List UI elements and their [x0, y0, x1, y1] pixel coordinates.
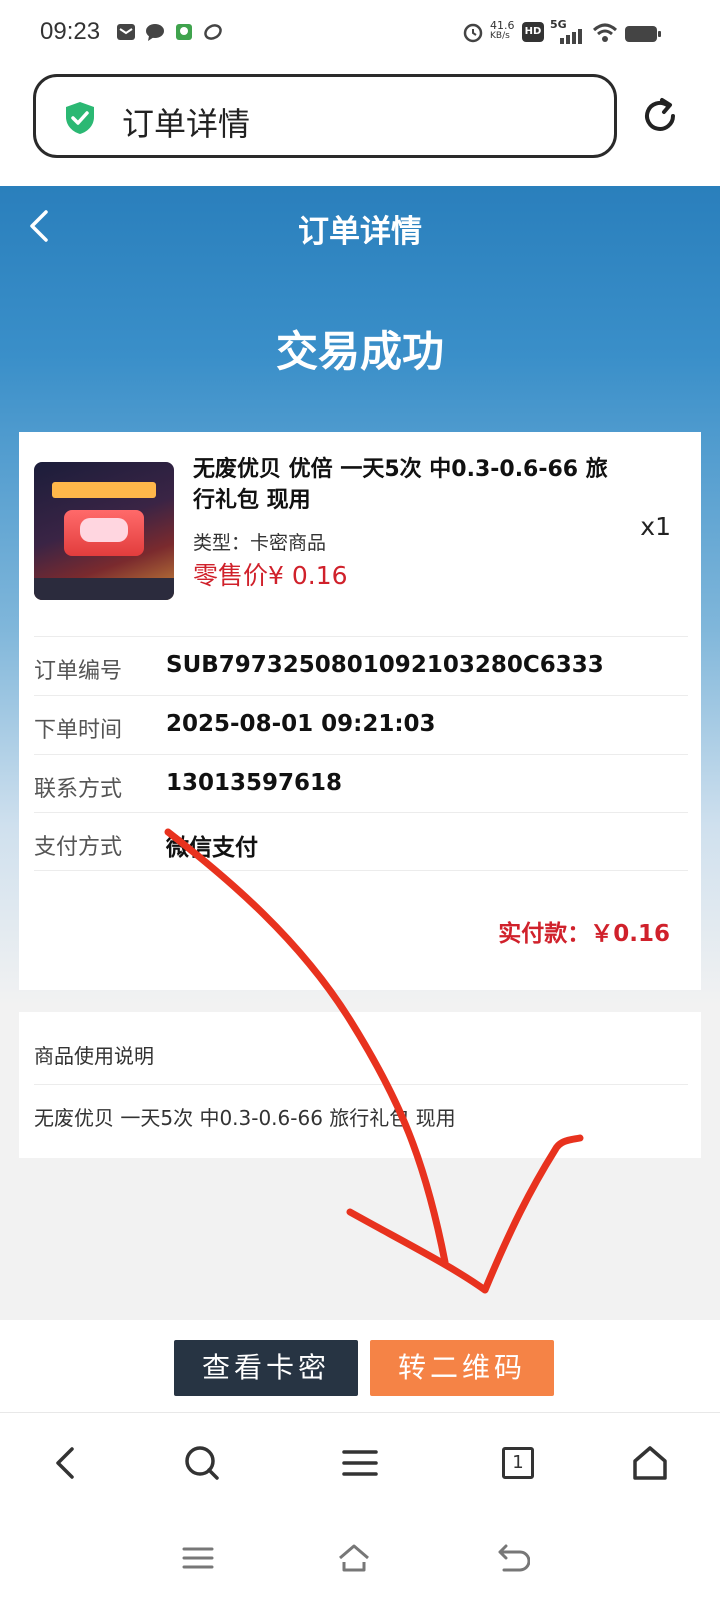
paid-amount: 实付款：￥0.16: [498, 921, 670, 947]
info-label: 联系方式: [34, 777, 123, 802]
order-number: SUB7973250801092103280C6333: [166, 652, 604, 678]
browser-address-bar: 订单详情: [0, 64, 720, 186]
info-row-order-time: 下单时间 2025-08-01 09:21:03: [34, 695, 688, 754]
address-text: 订单详情: [122, 105, 251, 143]
shield-check-icon: [66, 102, 94, 134]
order-card: 无废优贝 优倍 一天5次 中0.3-0.6-66 旅行礼包 现用 类型：卡密商品…: [19, 432, 701, 990]
mail-icon: [117, 24, 135, 40]
usage-title: 商品使用说明: [34, 1044, 154, 1068]
info-label: 下单时间: [34, 718, 123, 743]
battery-icon: [625, 26, 661, 42]
reload-icon[interactable]: [640, 96, 680, 136]
home-icon[interactable]: [630, 1443, 670, 1483]
info-row-order-number: 订单编号 SUB7973250801092103280C6333: [34, 636, 688, 695]
menu-icon[interactable]: [340, 1443, 380, 1483]
back-nav-icon[interactable]: [494, 1540, 530, 1576]
address-field[interactable]: 订单详情: [33, 74, 617, 158]
back-icon[interactable]: [46, 1443, 86, 1483]
info-label: 订单编号: [34, 659, 123, 684]
product-type: 类型：卡密商品: [193, 532, 327, 554]
product-title[interactable]: 无废优贝 优倍 一天5次 中0.3-0.6-66 旅行礼包 现用: [193, 454, 613, 516]
search-icon[interactable]: [182, 1443, 222, 1483]
product-quantity: x1: [640, 512, 671, 541]
signal-icon: [560, 29, 582, 44]
system-nav: [0, 1524, 720, 1600]
page-title: 订单详情: [298, 214, 422, 250]
app-icon: [176, 24, 192, 40]
action-bar: 查看卡密 转二维码: [0, 1320, 720, 1412]
wifi-icon: [592, 23, 618, 42]
info-row-contact: 联系方式 13013597618: [34, 754, 688, 813]
order-time: 2025-08-01 09:21:03: [166, 711, 436, 737]
product-price: 零售价¥ 0.16: [193, 561, 348, 590]
tab-count: 1: [502, 1447, 534, 1479]
order-status: 交易成功: [275, 327, 444, 376]
info-label: 支付方式: [34, 835, 123, 860]
recent-apps-icon[interactable]: [180, 1540, 216, 1576]
sync-icon: [204, 24, 222, 40]
divider: [34, 1084, 688, 1085]
message-icon: [146, 24, 164, 41]
hd-badge: HD: [522, 22, 544, 42]
payment-method: 微信支付: [166, 835, 258, 861]
status-time: 09:23: [40, 18, 101, 45]
qr-code-button[interactable]: 转二维码: [370, 1340, 554, 1396]
contact-phone: 13013597618: [166, 770, 343, 796]
usage-card: 商品使用说明 无废优贝 一天5次 中0.3-0.6-66 旅行礼包 现用: [19, 1012, 701, 1158]
view-card-button[interactable]: 查看卡密: [174, 1340, 358, 1396]
browser-nav: 1: [0, 1412, 720, 1524]
tabs-icon[interactable]: 1: [498, 1443, 538, 1483]
net-speed: 41.6: [490, 19, 515, 32]
home-nav-icon[interactable]: [336, 1540, 372, 1576]
status-bar: 09:23 41.6 KB/s HD 5G: [0, 0, 720, 64]
usage-text: 无废优贝 一天5次 中0.3-0.6-66 旅行礼包 现用: [34, 1106, 456, 1130]
net-unit: KB/s: [490, 31, 510, 41]
paid-row: 实付款：￥0.16: [34, 870, 688, 990]
info-row-payment: 支付方式 微信支付: [34, 812, 688, 871]
alarm-icon: [463, 23, 483, 43]
product-image[interactable]: [34, 462, 174, 600]
